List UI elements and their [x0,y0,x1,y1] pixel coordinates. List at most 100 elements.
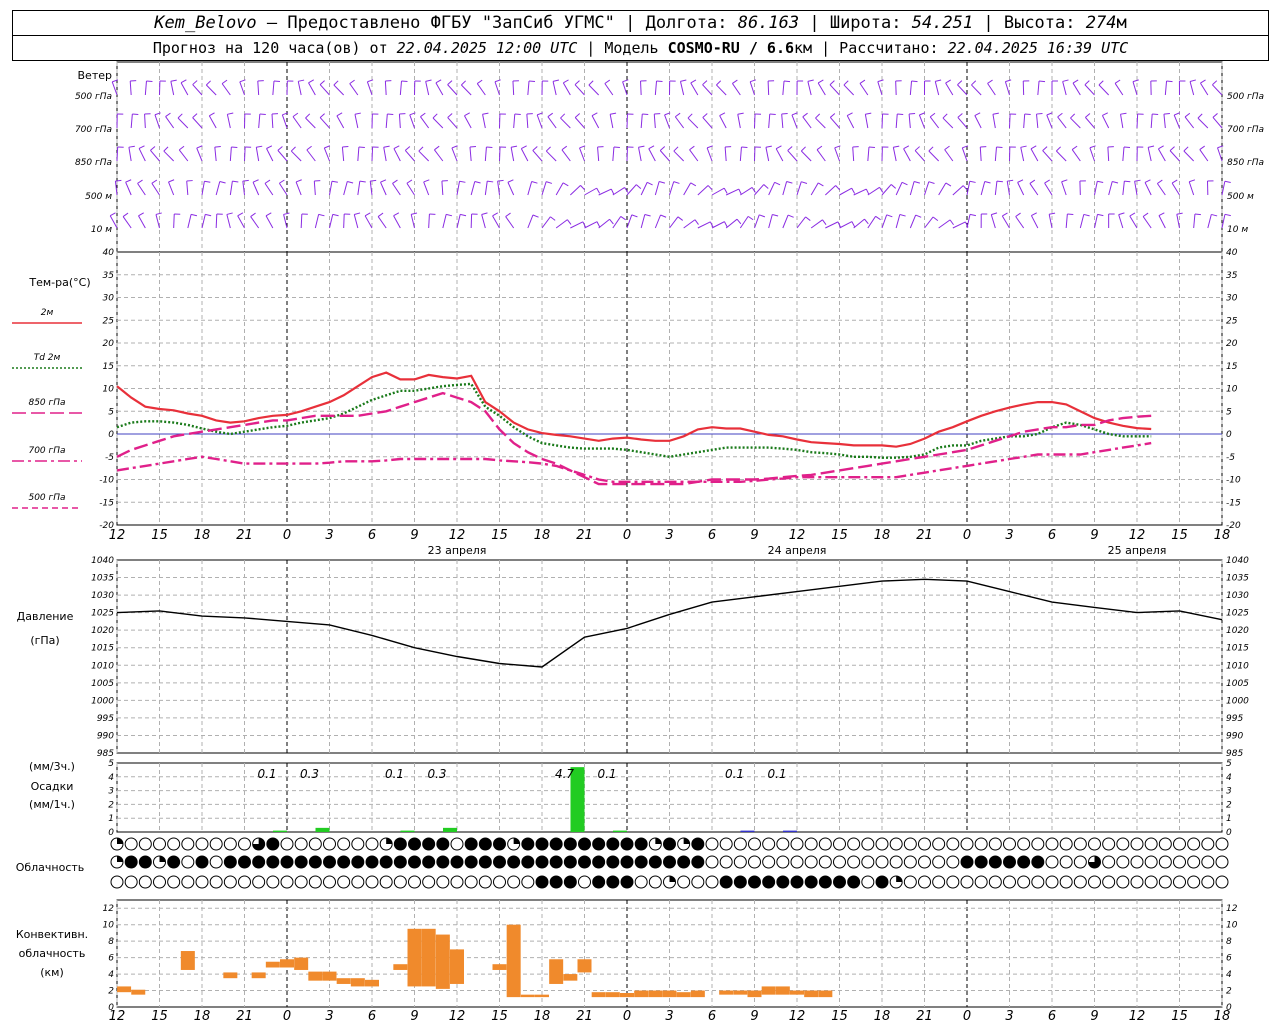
precip-bar [443,827,457,832]
wind-barb [843,84,855,96]
wind-barb-flag [644,213,651,217]
cloud-cover-circle [946,837,960,851]
wind-barb-flag [392,179,398,184]
wind-barb [383,147,387,162]
wind-barb-flag [242,179,249,182]
wind-barb-flag [476,79,483,84]
pressure-title: Давление [17,610,74,623]
wind-barb [323,147,330,162]
wind-barb [1188,181,1195,196]
wind-barb-flag [656,80,663,83]
wind-barb [423,181,430,196]
wind-barb-flag [511,145,518,148]
cloud-cover-circle [1201,855,1215,869]
wind-barb [725,218,738,229]
wind-barb [258,114,261,129]
wind-barb [1122,181,1125,196]
cloud-cover-circle [110,875,124,889]
wind-barb [513,114,516,129]
wind-barb [555,219,568,229]
wind-barb-flag [610,188,615,195]
wind-barb-flag [648,145,655,150]
wind-barb-flag [723,187,728,194]
cloud-cover-circle [762,875,776,889]
wind-barb-flag [847,112,853,117]
cloud-cover-circle [1144,837,1158,851]
wind-barb-flag [432,113,438,119]
cloud-cover-circle [223,855,237,869]
precip-tick-left: 3 [108,787,114,797]
wind-barb [810,182,819,196]
cloud-cover-circle [691,855,705,869]
conv-bar [180,951,195,970]
wind-barb [807,81,812,96]
cloud-cover-circle [167,837,181,851]
cloud-cover-circle [521,855,535,869]
wind-barb-flag [552,79,560,82]
cloud-cover-circle [280,837,294,851]
wind-barb [584,221,598,229]
cloud-cover-circle [549,875,563,889]
wind-barb [1118,214,1124,229]
hour-tick-label: 15 [491,528,508,543]
wind-barb [1070,117,1081,129]
wind-barb [1132,81,1138,96]
wind-barb [903,148,911,162]
wind-barb [749,81,755,96]
temp-legend-label: 700 гПа [28,446,65,456]
wind-barb-flag [817,182,824,187]
wind-barb-flag [747,215,754,221]
cloud-cover-circle [748,875,761,889]
hour-tick-label: 12 [1129,528,1146,543]
cloud-cover-circle [705,855,719,869]
wind-barb-flag [859,79,866,84]
temp-tick-left: 10 [103,385,115,395]
wind-barb-flag [180,79,187,84]
cloud-cover-circle [1158,837,1172,851]
pressure-tick-right: 1030 [1226,591,1249,601]
conv-bar [662,990,677,998]
pressure-tick-right: 1005 [1226,679,1249,689]
conv-bar [492,964,507,970]
wind-barb-flag [420,112,426,118]
wind-barb-flag [865,188,870,195]
cloud-cover-fill [683,837,690,844]
cloud-cover-circle [563,837,577,851]
wind-barb [990,214,996,229]
cloud-cover-circle [762,855,776,869]
wind-barb-flag [115,179,122,182]
wind-barb-flag [763,184,769,189]
wind-barb [994,147,997,162]
hour-tick-label-bottom: 21 [236,1009,253,1024]
wind-barb [434,149,444,162]
wind-barb [859,83,869,96]
wind-barb-flag [786,181,793,184]
wind-barb-flag [1061,179,1068,183]
wind-barb [214,147,217,162]
cloud-cover-circle [223,837,237,851]
temp-tick-right: -5 [1226,453,1235,463]
cloud-cover-circle [138,855,152,869]
wind-barb-flag [610,112,617,115]
wind-barb [1030,215,1039,229]
wind-barb-flag [913,181,921,184]
wind-barb-flag [168,179,175,183]
wind-barb [229,181,233,196]
cloud-cover-circle [238,875,251,889]
wind-barb-flag [829,113,836,118]
wind-barb [987,83,996,96]
wind-barb-flag [1200,79,1206,84]
wind-barb [1084,84,1095,96]
precip-tick-left: 5 [108,759,114,769]
wind-barb-flag [991,212,998,216]
wind-barb [138,215,146,229]
cloud-cover-circle [988,855,1002,869]
cloud-cover-circle [181,855,195,869]
wind-barb [409,114,415,129]
wind-barbs [109,79,1231,229]
wind-barb-flag [750,79,757,83]
cloud-cover-circle [1187,875,1201,889]
wind-barb [314,214,320,229]
wind-barb-flag [1031,212,1037,217]
wind-barb-flag [205,213,212,217]
